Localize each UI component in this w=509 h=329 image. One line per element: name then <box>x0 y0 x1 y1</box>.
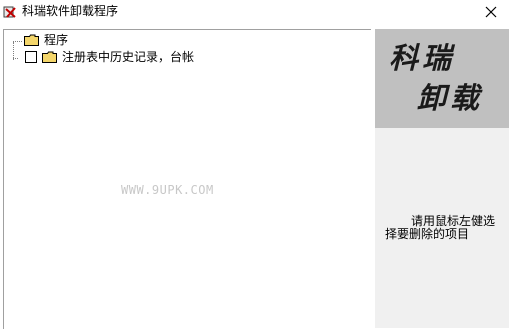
logo: 科瑞 卸载 <box>375 29 509 128</box>
tree-connector <box>13 58 18 59</box>
logo-line-2: 卸载 <box>417 81 484 115</box>
uninstall-app-icon <box>3 4 17 18</box>
tree-root-label: 程序 <box>44 33 69 47</box>
watermark-text: WWW.9UPK.COM <box>121 183 214 197</box>
close-button[interactable] <box>481 2 501 22</box>
tree-node-checkbox[interactable] <box>25 51 37 63</box>
instruction-text: 请用鼠标左健选择要删除的项目 <box>385 214 496 241</box>
close-icon <box>485 6 497 18</box>
folder-icon <box>42 51 58 63</box>
tree-node-label: 注册表中历史记录，台帐 <box>62 50 195 64</box>
title-bar: 科瑞软件卸载程序 <box>0 0 509 24</box>
folder-icon <box>24 34 40 46</box>
uninstaller-window: 科瑞软件卸载程序 程序 注册表中历史记录，台帐 WWW.9UPK.COM 科瑞 … <box>0 0 509 329</box>
tree-connector <box>13 41 22 42</box>
window-title: 科瑞软件卸载程序 <box>22 4 119 18</box>
program-tree[interactable]: 程序 注册表中历史记录，台帐 WWW.9UPK.COM <box>3 29 371 329</box>
logo-line-1: 科瑞 <box>389 41 456 75</box>
info-panel: 科瑞 卸载 请用鼠标左健选择要删除的项目 <box>375 29 509 328</box>
